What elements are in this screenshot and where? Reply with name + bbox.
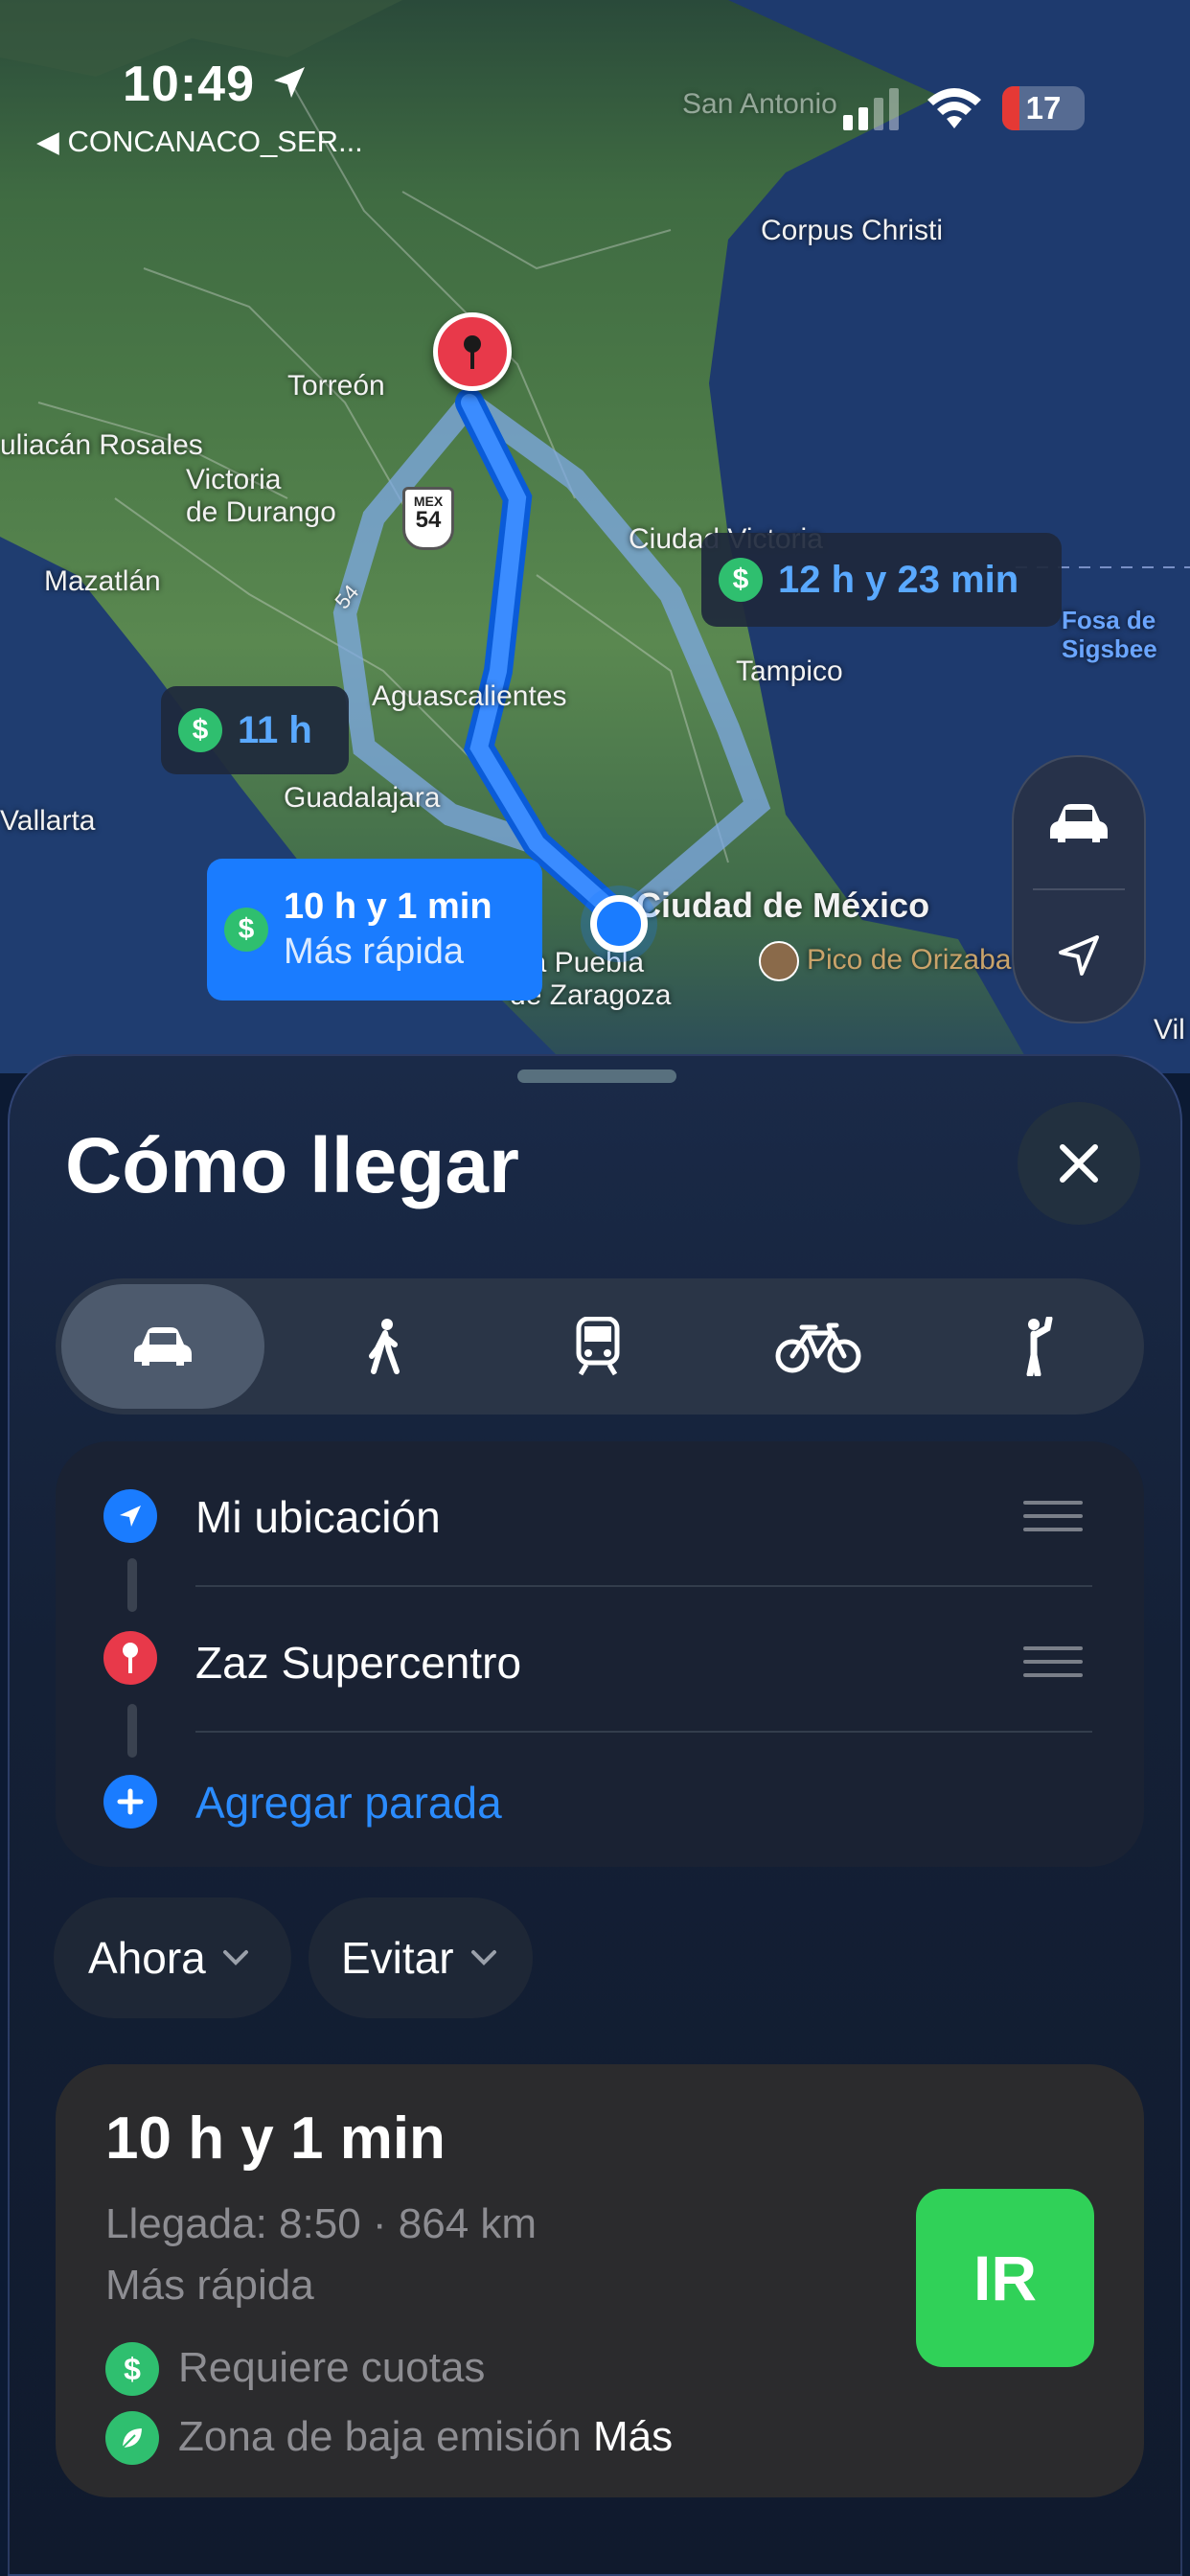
low-emission-label: Zona de baja emisión [178, 2413, 582, 2460]
close-icon [1060, 1144, 1098, 1183]
driving-mode-button[interactable] [1014, 757, 1144, 889]
map-label-vil: Vil [1154, 1014, 1185, 1046]
add-stop-button[interactable]: Agregar parada [56, 1733, 1144, 1878]
toll-icon: $ [178, 708, 222, 752]
wifi-icon [927, 88, 981, 128]
location-services-icon [274, 67, 305, 98]
back-to-app-link[interactable]: ◀ CONCANACO_SER... [36, 125, 363, 159]
map-controls [1012, 755, 1146, 1024]
car-icon [1050, 804, 1108, 842]
route-time: 12 h y 23 min [778, 558, 1019, 601]
mode-rideshare-tab[interactable] [935, 1284, 1138, 1409]
map-label-culiacan: uliacán Rosales [0, 429, 203, 461]
route-bubble-fastest[interactable]: $ 10 h y 1 min Más rápida [207, 859, 542, 1000]
leaf-icon [105, 2411, 159, 2465]
stop-destination[interactable]: Zaz Supercentro [56, 1587, 1144, 1733]
map-label-fosa: Fosa de Sigsbee [1062, 606, 1157, 663]
pin-icon [103, 1631, 157, 1685]
tolls-label: Requiere cuotas [178, 2344, 486, 2391]
map-label-torreon: Torreón [287, 370, 385, 402]
time-filter-dropdown[interactable]: Ahora [54, 1898, 291, 2018]
bicycle-icon [775, 1322, 861, 1373]
toll-icon: $ [719, 558, 763, 602]
more-link[interactable]: Más [593, 2413, 673, 2460]
mode-walk-tab[interactable] [284, 1284, 487, 1409]
route-bubble-alt-2[interactable]: $ 11 h [161, 686, 349, 774]
sheet-grabber[interactable] [517, 1070, 676, 1083]
map-label-cdmx: Ciudad de México [636, 886, 930, 925]
transport-mode-selector [56, 1278, 1144, 1414]
car-icon [134, 1327, 192, 1366]
route-stops: Mi ubicación Zaz Supercentro Agregar par… [56, 1441, 1144, 1867]
chevron-down-icon [222, 1950, 248, 1966]
stop-origin[interactable]: Mi ubicación [56, 1441, 1144, 1587]
mode-bike-tab[interactable] [717, 1284, 920, 1409]
route-option-card[interactable]: 10 h y 1 min Llegada: 8:50 · 864 km Más … [56, 2064, 1144, 2497]
sheet-title: Cómo llegar [65, 1122, 519, 1209]
destination-pin-icon[interactable] [433, 312, 512, 391]
pin-icon [464, 335, 481, 369]
current-location-dot [590, 895, 648, 953]
mode-transit-tab[interactable] [496, 1284, 699, 1409]
toll-icon: $ [224, 908, 268, 952]
hailing-person-icon [1026, 1317, 1053, 1376]
route-arrival: Llegada: 8:50 · 864 km [105, 2200, 538, 2247]
map-label-guadalajara: Guadalajara [284, 782, 441, 814]
mode-car-tab[interactable] [61, 1284, 264, 1409]
location-arrow-icon [1059, 935, 1099, 976]
origin-label: Mi ubicación [195, 1492, 441, 1542]
location-arrow-icon [103, 1489, 157, 1543]
avoid-filter-label: Evitar [341, 1933, 454, 1983]
plus-icon [103, 1775, 157, 1828]
reorder-handle-icon[interactable] [1023, 1501, 1083, 1541]
map-label-victoria-durango: Victoria de Durango [186, 464, 336, 528]
route-duration: 10 h y 1 min [105, 2105, 446, 2172]
avoid-filter-dropdown[interactable]: Evitar [309, 1898, 533, 2018]
time-filter-label: Ahora [88, 1933, 206, 1983]
battery-indicator: 17 [1002, 86, 1085, 130]
battery-level: 17 [1025, 90, 1062, 126]
route-time: 11 h [238, 708, 312, 751]
status-time: 10:49 [123, 57, 255, 112]
route-bubble-alt-1[interactable]: $ 12 h y 23 min [701, 533, 1062, 627]
location-button[interactable] [1014, 889, 1144, 1022]
pico-label: Pico de Orizaba [807, 943, 1012, 976]
reorder-handle-icon[interactable] [1023, 1646, 1083, 1687]
cellular-signal-icon [843, 88, 899, 130]
status-bar: 10:49 ◀ CONCANACO_SER... 17 [0, 0, 1190, 172]
close-button[interactable] [1018, 1102, 1140, 1225]
go-button[interactable]: IR [916, 2189, 1094, 2367]
directions-sheet: Cómo llegar Mi ubicación Zaz Supercentro… [8, 1054, 1182, 2576]
map-label-pico-orizaba: Pico de Orizaba [759, 941, 1011, 981]
route-note: Más rápida [284, 932, 464, 972]
map-label-vallarta: Vallarta [0, 805, 96, 837]
destination-label: Zaz Supercentro [195, 1638, 522, 1688]
mountain-icon [759, 941, 799, 981]
highway-shield: MEX 54 [402, 487, 454, 550]
add-stop-label: Agregar parada [195, 1778, 502, 1828]
map-label-aguascalientes: Aguascalientes [372, 680, 567, 712]
map-label-mazatlan: Mazatlán [44, 565, 161, 597]
train-icon [576, 1317, 620, 1376]
walking-icon [369, 1319, 400, 1374]
low-emission-row: Zona de baja emisión Más [178, 2413, 673, 2461]
map-label-tampico: Tampico [736, 656, 843, 687]
chevron-down-icon [470, 1950, 496, 1966]
route-tag: Más rápida [105, 2262, 314, 2309]
route-time: 10 h y 1 min [284, 886, 492, 927]
map-label-corpus-christi: Corpus Christi [761, 215, 944, 246]
toll-icon: $ [105, 2342, 159, 2396]
highway-shield-number: 54 [415, 507, 442, 533]
